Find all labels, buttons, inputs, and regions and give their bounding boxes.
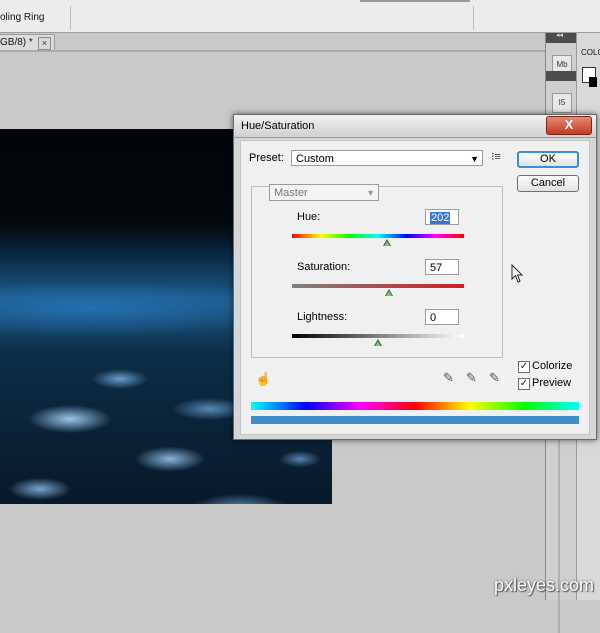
lightness-slider-thumb[interactable] (374, 339, 382, 346)
lightness-input[interactable]: 0 (425, 309, 459, 325)
chevron-down-icon: ▼ (470, 154, 479, 164)
history-icon[interactable]: I5 (552, 93, 572, 113)
saturation-label: Saturation: (297, 261, 351, 273)
hue-value: 202 (430, 212, 451, 224)
colorize-label: Colorize (532, 360, 573, 372)
options-separator (70, 6, 71, 30)
hue-input[interactable]: 202 (425, 209, 459, 225)
output-color-bar (251, 416, 579, 424)
cursor-icon (511, 264, 524, 283)
hand-adjust-icon[interactable]: ☝ (255, 371, 271, 387)
options-bar-label: oling Ring (0, 12, 45, 23)
close-icon[interactable]: × (38, 37, 51, 50)
cancel-button[interactable]: Cancel (517, 175, 579, 192)
preview-label: Preview (532, 377, 572, 389)
watermark: pxleyes.com (493, 575, 594, 595)
input-color-bar (251, 402, 579, 410)
channel-select[interactable]: Master ▼ (269, 184, 379, 201)
document-tab-label: GB/8) * (0, 37, 33, 48)
eyedropper-plus-icon[interactable]: ✎ (466, 370, 477, 386)
dialog-title: Hue/Saturation (241, 120, 315, 132)
options-separator (473, 6, 474, 30)
close-button[interactable]: X (546, 116, 592, 135)
background-swatch[interactable] (589, 77, 597, 87)
dock-collapse-bar[interactable]: ◂◂ (546, 31, 576, 43)
chevron-down-icon: ▼ (366, 188, 375, 198)
preset-select[interactable]: Custom ▼ (291, 150, 483, 166)
hue-saturation-dialog: Hue/Saturation X Preset: Custom ▼ ⁝≡ OK … (233, 114, 597, 440)
adjustment-group: Master ▼ Hue: 202 Saturation: 57 Lightne… (251, 184, 503, 358)
saturation-value: 57 (430, 262, 443, 274)
ok-button[interactable]: OK (517, 151, 579, 168)
preset-label: Preset: (249, 152, 284, 164)
dialog-body: Preset: Custom ▼ ⁝≡ OK Cancel Master ▼ H… (240, 140, 590, 435)
preview-checkbox[interactable]: ✓ (518, 378, 530, 390)
dialog-titlebar[interactable]: Hue/Saturation X (234, 115, 596, 138)
channel-value: Master (274, 187, 308, 199)
lightness-value: 0 (430, 312, 437, 324)
eyedropper-icon[interactable]: ✎ (443, 370, 454, 386)
options-bar-top-line (360, 0, 470, 2)
hue-label: Hue: (297, 211, 321, 223)
saturation-input[interactable]: 57 (425, 259, 459, 275)
options-bar: oling Ring (0, 0, 600, 33)
saturation-slider-track[interactable] (292, 284, 464, 288)
hue-slider-thumb[interactable] (383, 239, 391, 246)
hue-slider-track[interactable] (292, 234, 464, 238)
preset-options-icon[interactable]: ⁝≡ (491, 150, 501, 163)
lightness-slider-track[interactable] (292, 334, 464, 338)
lightness-label: Lightness: (297, 311, 348, 323)
preset-value: Custom (296, 153, 334, 165)
dock-collapse-bar[interactable] (546, 71, 576, 81)
tab-bar-divider (0, 50, 545, 52)
collapse-icon[interactable]: ◂◂ (556, 31, 563, 39)
color-panel-title: COLO (581, 48, 600, 57)
colorize-checkbox[interactable]: ✓ (518, 361, 530, 373)
saturation-slider-thumb[interactable] (385, 289, 393, 296)
eyedropper-minus-icon[interactable]: ✎ (489, 370, 500, 386)
